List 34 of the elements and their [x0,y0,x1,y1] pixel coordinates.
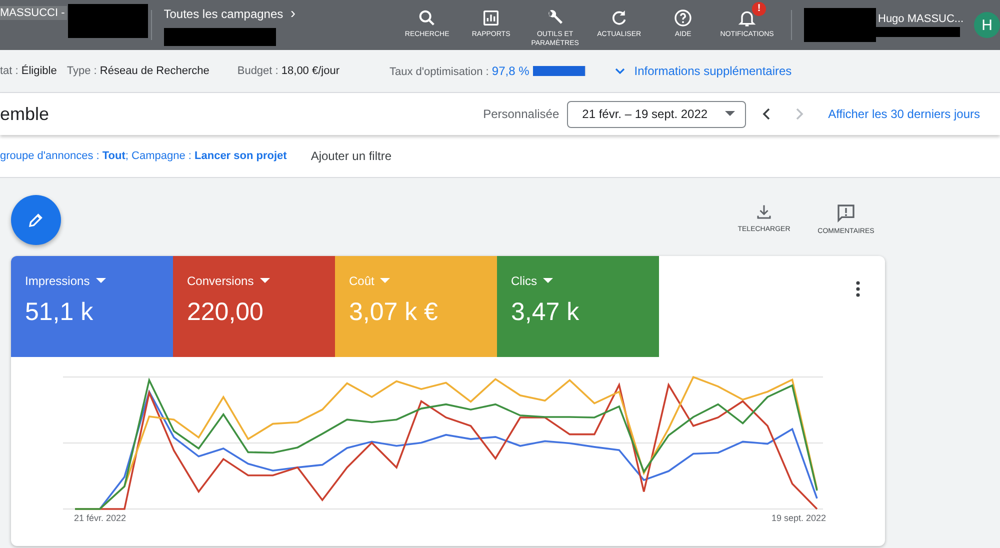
axis-label: 19 sept. 2022 [771,513,826,523]
status-text: Type : Réseau de Recherche [66,65,210,77]
more-info-link[interactable]: Informations supplémentaires [634,64,792,78]
caret-icon [543,278,553,284]
edit-button[interactable] [11,195,61,245]
metric-tab[interactable]: Impressions 51,1 k [11,256,173,357]
bar-chart-icon [481,8,502,28]
more-options-icon[interactable] [855,281,861,297]
status-text: tat : Éligible [0,65,57,77]
account-name: MASSUCCI - [0,6,67,20]
caret-icon [725,111,736,117]
download-icon [755,203,773,221]
help-icon [673,8,694,28]
breadcrumb-link[interactable]: Toutes les campagnes › [164,4,396,22]
user-name: Hugo MASSUC... [877,13,965,25]
optimization-score: Taux d'optimisation : 97,8 % [390,64,530,78]
page-title: emble [0,104,50,124]
axis-label: 21 févr. 2022 [74,513,126,523]
comment-icon [836,203,856,223]
range-label: Personnalisée [483,107,560,121]
search-icon [417,8,438,28]
notification-badge: ! [752,2,766,16]
last-30-days-link[interactable]: Afficher les 30 derniers jours [828,107,980,121]
caret-icon [260,278,270,284]
add-filter-button[interactable]: Ajouter un filtre [310,149,392,163]
active-filter[interactable]: groupe d'annonces : Tout; Campagne : Lancer son projet [0,150,287,162]
caret-icon [96,278,106,284]
metric-tab[interactable]: Conversions 220,00 [173,256,335,357]
status-text: Budget : 18,00 €/jour [237,65,340,77]
caret-icon [380,278,390,284]
avatar[interactable]: H [974,12,1000,38]
pencil-icon [27,211,45,229]
metric-tab[interactable]: Clics 3,47 k [497,256,659,357]
date-range-dropdown[interactable]: 21 févr. – 19 sept. 2022 [567,100,746,128]
